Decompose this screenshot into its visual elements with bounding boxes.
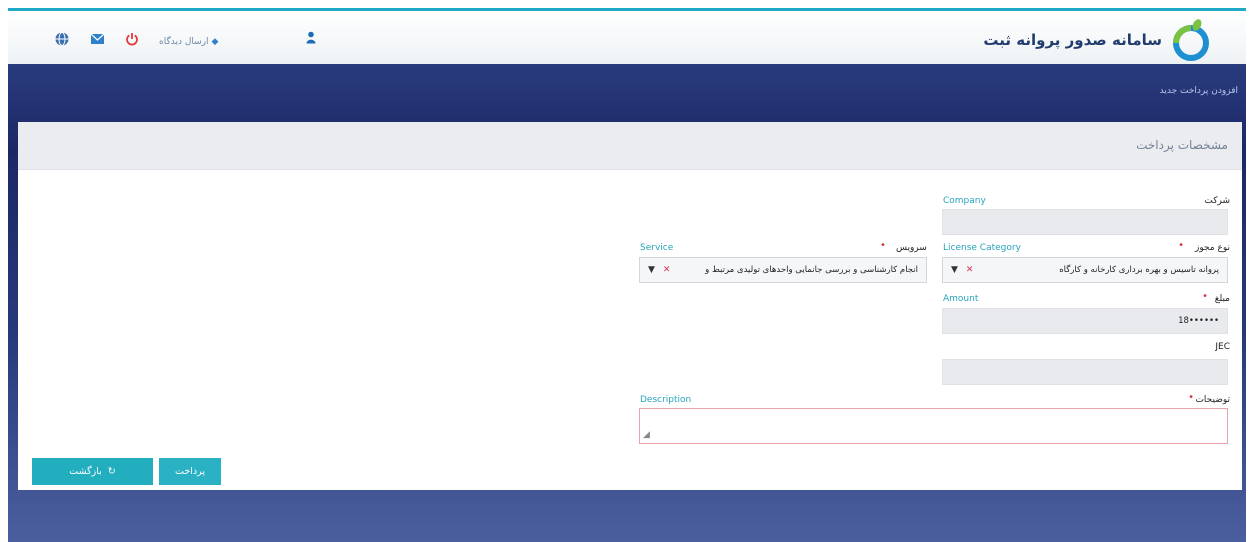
page: ارسال دیدگاه ◆ سامانه صدور پروانه ثبت اف… bbox=[0, 0, 1254, 542]
chevron-down-icon[interactable]: ▼ bbox=[951, 265, 958, 275]
refresh-icon: ↻ bbox=[107, 466, 116, 477]
bullet-icon: ◆ bbox=[211, 36, 219, 47]
send-feedback-label: ارسال دیدگاه bbox=[159, 36, 209, 47]
mail-icon[interactable] bbox=[90, 33, 105, 50]
back-button[interactable]: بازگشت ↻ bbox=[32, 458, 153, 485]
company-label-fa: شرکت bbox=[1204, 196, 1230, 206]
required-star: • bbox=[1178, 240, 1184, 251]
license-category-value: پروانه تاسیس و بهره برداری کارخانه و کار… bbox=[1059, 265, 1219, 275]
amount-label-en: Amount bbox=[943, 294, 979, 304]
new-payment-link[interactable]: افزودن پرداخت جدید bbox=[1160, 86, 1238, 96]
description-label-fa: توضیحات bbox=[1195, 395, 1230, 405]
required-star: • bbox=[1202, 291, 1208, 302]
payment-panel: مشخصات پرداخت شرکت Company • نوع مجوز Li… bbox=[18, 122, 1242, 490]
service-select[interactable]: ▼ ✕ انجام کارشناسی و بررسی جانمایی واحده… bbox=[639, 257, 927, 283]
amount-label-fa: مبلغ bbox=[1214, 294, 1230, 304]
resize-handle-icon[interactable]: ◢ bbox=[643, 430, 650, 440]
amount-value: 18•••••• bbox=[1178, 316, 1219, 326]
clear-icon[interactable]: ✕ bbox=[966, 265, 974, 275]
send-feedback-link[interactable]: ارسال دیدگاه ◆ bbox=[159, 37, 218, 47]
required-star: • bbox=[880, 240, 886, 251]
required-star: • bbox=[1188, 392, 1194, 403]
globe-icon[interactable] bbox=[54, 31, 70, 52]
license-category-label-en: License Category bbox=[943, 243, 1021, 253]
company-label-en: Company bbox=[943, 196, 986, 206]
pay-button[interactable]: پرداخت bbox=[159, 458, 221, 485]
back-label: بازگشت bbox=[69, 466, 102, 477]
amount-field[interactable]: 18•••••• bbox=[942, 308, 1228, 334]
description-label-en: Description bbox=[640, 395, 692, 405]
service-label-fa: سرویس bbox=[896, 243, 927, 253]
license-category-label-fa: نوع مجوز bbox=[1194, 243, 1230, 253]
chevron-down-icon[interactable]: ▼ bbox=[648, 265, 655, 275]
panel-title: مشخصات پرداخت bbox=[1136, 138, 1228, 152]
brand-logo-icon bbox=[1170, 19, 1212, 61]
select-controls: ▼ ✕ bbox=[951, 265, 973, 275]
company-field[interactable] bbox=[942, 209, 1228, 235]
top-header: ارسال دیدگاه ◆ سامانه صدور پروانه ثبت bbox=[8, 8, 1246, 64]
panel-header: مشخصات پرداخت bbox=[18, 122, 1242, 170]
description-textarea[interactable]: ◢ bbox=[639, 408, 1228, 444]
vat-label: JEC bbox=[1215, 342, 1230, 352]
select-controls: ▼ ✕ bbox=[648, 265, 670, 275]
service-value: انجام کارشناسی و بررسی جانمایی واحدهای ت… bbox=[705, 265, 918, 275]
top-icons: ارسال دیدگاه ◆ bbox=[54, 31, 218, 52]
brand-title: سامانه صدور پروانه ثبت bbox=[983, 31, 1162, 49]
license-category-select[interactable]: ▼ ✕ پروانه تاسیس و بهره برداری کارخانه و… bbox=[942, 257, 1228, 283]
brand: سامانه صدور پروانه ثبت bbox=[983, 19, 1212, 61]
power-icon[interactable] bbox=[125, 32, 139, 51]
clear-icon[interactable]: ✕ bbox=[663, 265, 671, 275]
vat-field[interactable] bbox=[942, 359, 1228, 385]
service-label-en: Service bbox=[640, 243, 674, 253]
user-icon[interactable] bbox=[306, 31, 316, 48]
